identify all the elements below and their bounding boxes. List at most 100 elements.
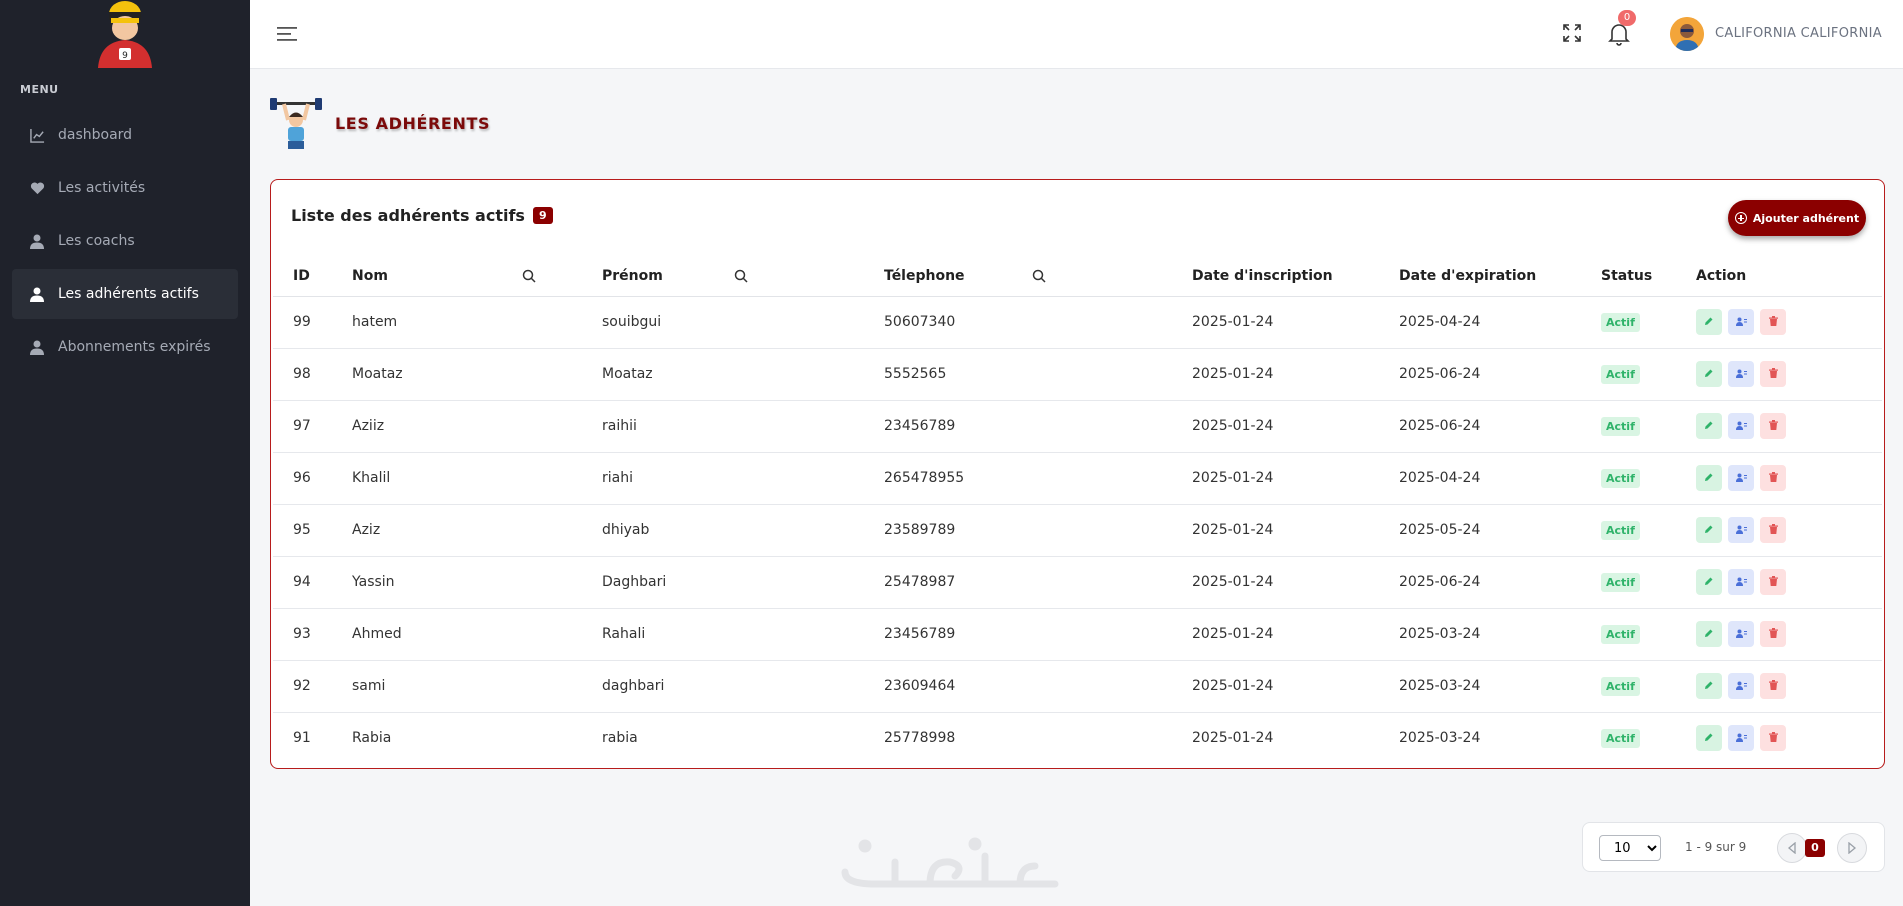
logo[interactable]: 9	[88, 0, 162, 68]
view-member-button[interactable]	[1728, 725, 1754, 752]
delete-button[interactable]	[1760, 361, 1786, 387]
cell-action	[1676, 712, 1882, 764]
column-header-prenom[interactable]: Prénom	[582, 256, 864, 297]
column-header-telephone[interactable]: Télephone	[864, 256, 1172, 297]
edit-button[interactable]	[1696, 569, 1722, 595]
view-member-button[interactable]	[1728, 413, 1754, 439]
edit-button[interactable]	[1696, 621, 1722, 647]
cell-tel: 50607340	[864, 296, 1172, 349]
cell-inscription: 2025-01-24	[1172, 348, 1379, 401]
delete-button[interactable]	[1760, 517, 1786, 543]
members-card: Liste des adhérents actifs 9 Ajouter adh…	[270, 179, 1885, 769]
pencil-icon	[1704, 574, 1714, 590]
search-icon[interactable]	[734, 269, 748, 283]
sidebar-item-coachs[interactable]: Les coachs	[12, 216, 238, 266]
edit-button[interactable]	[1696, 309, 1722, 335]
column-header-date-inscription[interactable]: Date d'inscription	[1172, 256, 1379, 297]
sidebar-item-adherents-actifs[interactable]: Les adhérents actifs	[12, 269, 238, 319]
cell-expiration: 2025-06-24	[1379, 400, 1581, 453]
cell-status: Actif	[1581, 400, 1676, 453]
users-icon	[1735, 470, 1747, 486]
count-badge: 9	[532, 207, 553, 224]
edit-button[interactable]	[1696, 465, 1722, 491]
delete-button[interactable]	[1760, 621, 1786, 647]
trash-icon	[1768, 626, 1778, 642]
cell-prenom: Daghbari	[582, 556, 864, 609]
delete-button[interactable]	[1760, 309, 1786, 335]
search-icon[interactable]	[1032, 269, 1046, 283]
members-table: ID Nom Prénom Télephone Date d'inscripti…	[273, 256, 1882, 764]
users-icon	[1735, 366, 1747, 382]
cell-nom: Ahmed	[332, 608, 582, 661]
cell-expiration: 2025-06-24	[1379, 556, 1581, 609]
delete-button[interactable]	[1760, 725, 1786, 752]
cell-status: Actif	[1581, 504, 1676, 557]
view-member-button[interactable]	[1728, 673, 1754, 699]
cell-id: 91	[293, 730, 311, 747]
column-header-action: Action	[1676, 256, 1882, 297]
avatar[interactable]	[1670, 17, 1704, 51]
status-badge: Actif	[1601, 416, 1640, 436]
cell-prenom: souibgui	[582, 296, 864, 349]
sidebar-item-activites[interactable]: Les activités	[12, 163, 238, 213]
cell-action	[1676, 452, 1882, 505]
previous-page-button[interactable]	[1777, 833, 1807, 863]
table-row: 99 hatem souibgui 50607340 2025-01-24 2025-04…	[273, 296, 1882, 349]
view-member-button[interactable]	[1728, 465, 1754, 491]
status-badge: Actif	[1601, 624, 1640, 644]
cell-id: 98	[273, 348, 332, 401]
cell-status: Actif	[1581, 452, 1676, 505]
edit-button[interactable]	[1696, 413, 1722, 439]
cell-tel: 23456789	[864, 400, 1172, 453]
sidebar-item-dashboard[interactable]: dashboard	[12, 110, 238, 160]
view-member-button[interactable]	[1728, 309, 1754, 335]
next-page-button[interactable]	[1837, 833, 1867, 863]
cell-tel: 23609464	[864, 660, 1172, 713]
cell-status: Actif	[1581, 608, 1676, 661]
user-name[interactable]: CALIFORNIA CALIFORNIA	[1715, 26, 1882, 41]
delete-button[interactable]	[1760, 673, 1786, 699]
users-icon	[1735, 678, 1747, 694]
column-header-label: Télephone	[884, 267, 965, 284]
column-header-status[interactable]: Status	[1581, 256, 1676, 297]
view-member-button[interactable]	[1728, 361, 1754, 387]
edit-button[interactable]	[1696, 361, 1722, 387]
cell-status: Actif	[1581, 712, 1676, 764]
trash-icon	[1768, 470, 1778, 486]
add-member-button[interactable]: Ajouter adhérent	[1728, 200, 1866, 236]
user-icon	[28, 338, 46, 356]
current-page-number[interactable]: 0	[1805, 839, 1825, 857]
column-header-id[interactable]: ID	[273, 256, 332, 297]
page-size-select[interactable]: 10	[1599, 835, 1661, 861]
column-header-nom[interactable]: Nom	[332, 256, 582, 297]
view-member-button[interactable]	[1728, 517, 1754, 543]
menu-title: MENU	[20, 83, 59, 96]
edit-button[interactable]	[1696, 517, 1722, 543]
plus-circle-icon	[1734, 212, 1747, 224]
delete-button[interactable]	[1760, 413, 1786, 439]
search-icon[interactable]	[522, 269, 536, 283]
cell-prenom: dhiyab	[582, 504, 864, 557]
view-member-button[interactable]	[1728, 569, 1754, 595]
sidebar-nav: dashboard Les activités Les coachs Les a…	[12, 110, 238, 375]
cell-action	[1676, 660, 1882, 713]
pencil-icon	[1704, 730, 1714, 746]
column-header-date-expiration[interactable]: Date d'expiration	[1379, 256, 1581, 297]
sidebar-item-abonnements-expires[interactable]: Abonnements expirés	[12, 322, 238, 372]
delete-button[interactable]	[1760, 569, 1786, 595]
cell-action	[1676, 296, 1882, 349]
cell-expiration: 2025-04-24	[1379, 296, 1581, 349]
edit-button[interactable]	[1696, 673, 1722, 699]
cell-action	[1676, 556, 1882, 609]
edit-button[interactable]	[1696, 725, 1722, 752]
cell-tel: 23589789	[864, 504, 1172, 557]
fullscreen-icon[interactable]	[1562, 23, 1582, 43]
users-icon	[1735, 626, 1747, 642]
user-icon	[28, 285, 46, 303]
delete-button[interactable]	[1760, 465, 1786, 491]
menu-toggle-icon[interactable]	[276, 24, 298, 44]
cell-inscription: 2025-01-24	[1192, 730, 1274, 747]
view-member-button[interactable]	[1728, 621, 1754, 647]
users-icon	[1735, 730, 1747, 746]
trash-icon	[1768, 418, 1778, 434]
